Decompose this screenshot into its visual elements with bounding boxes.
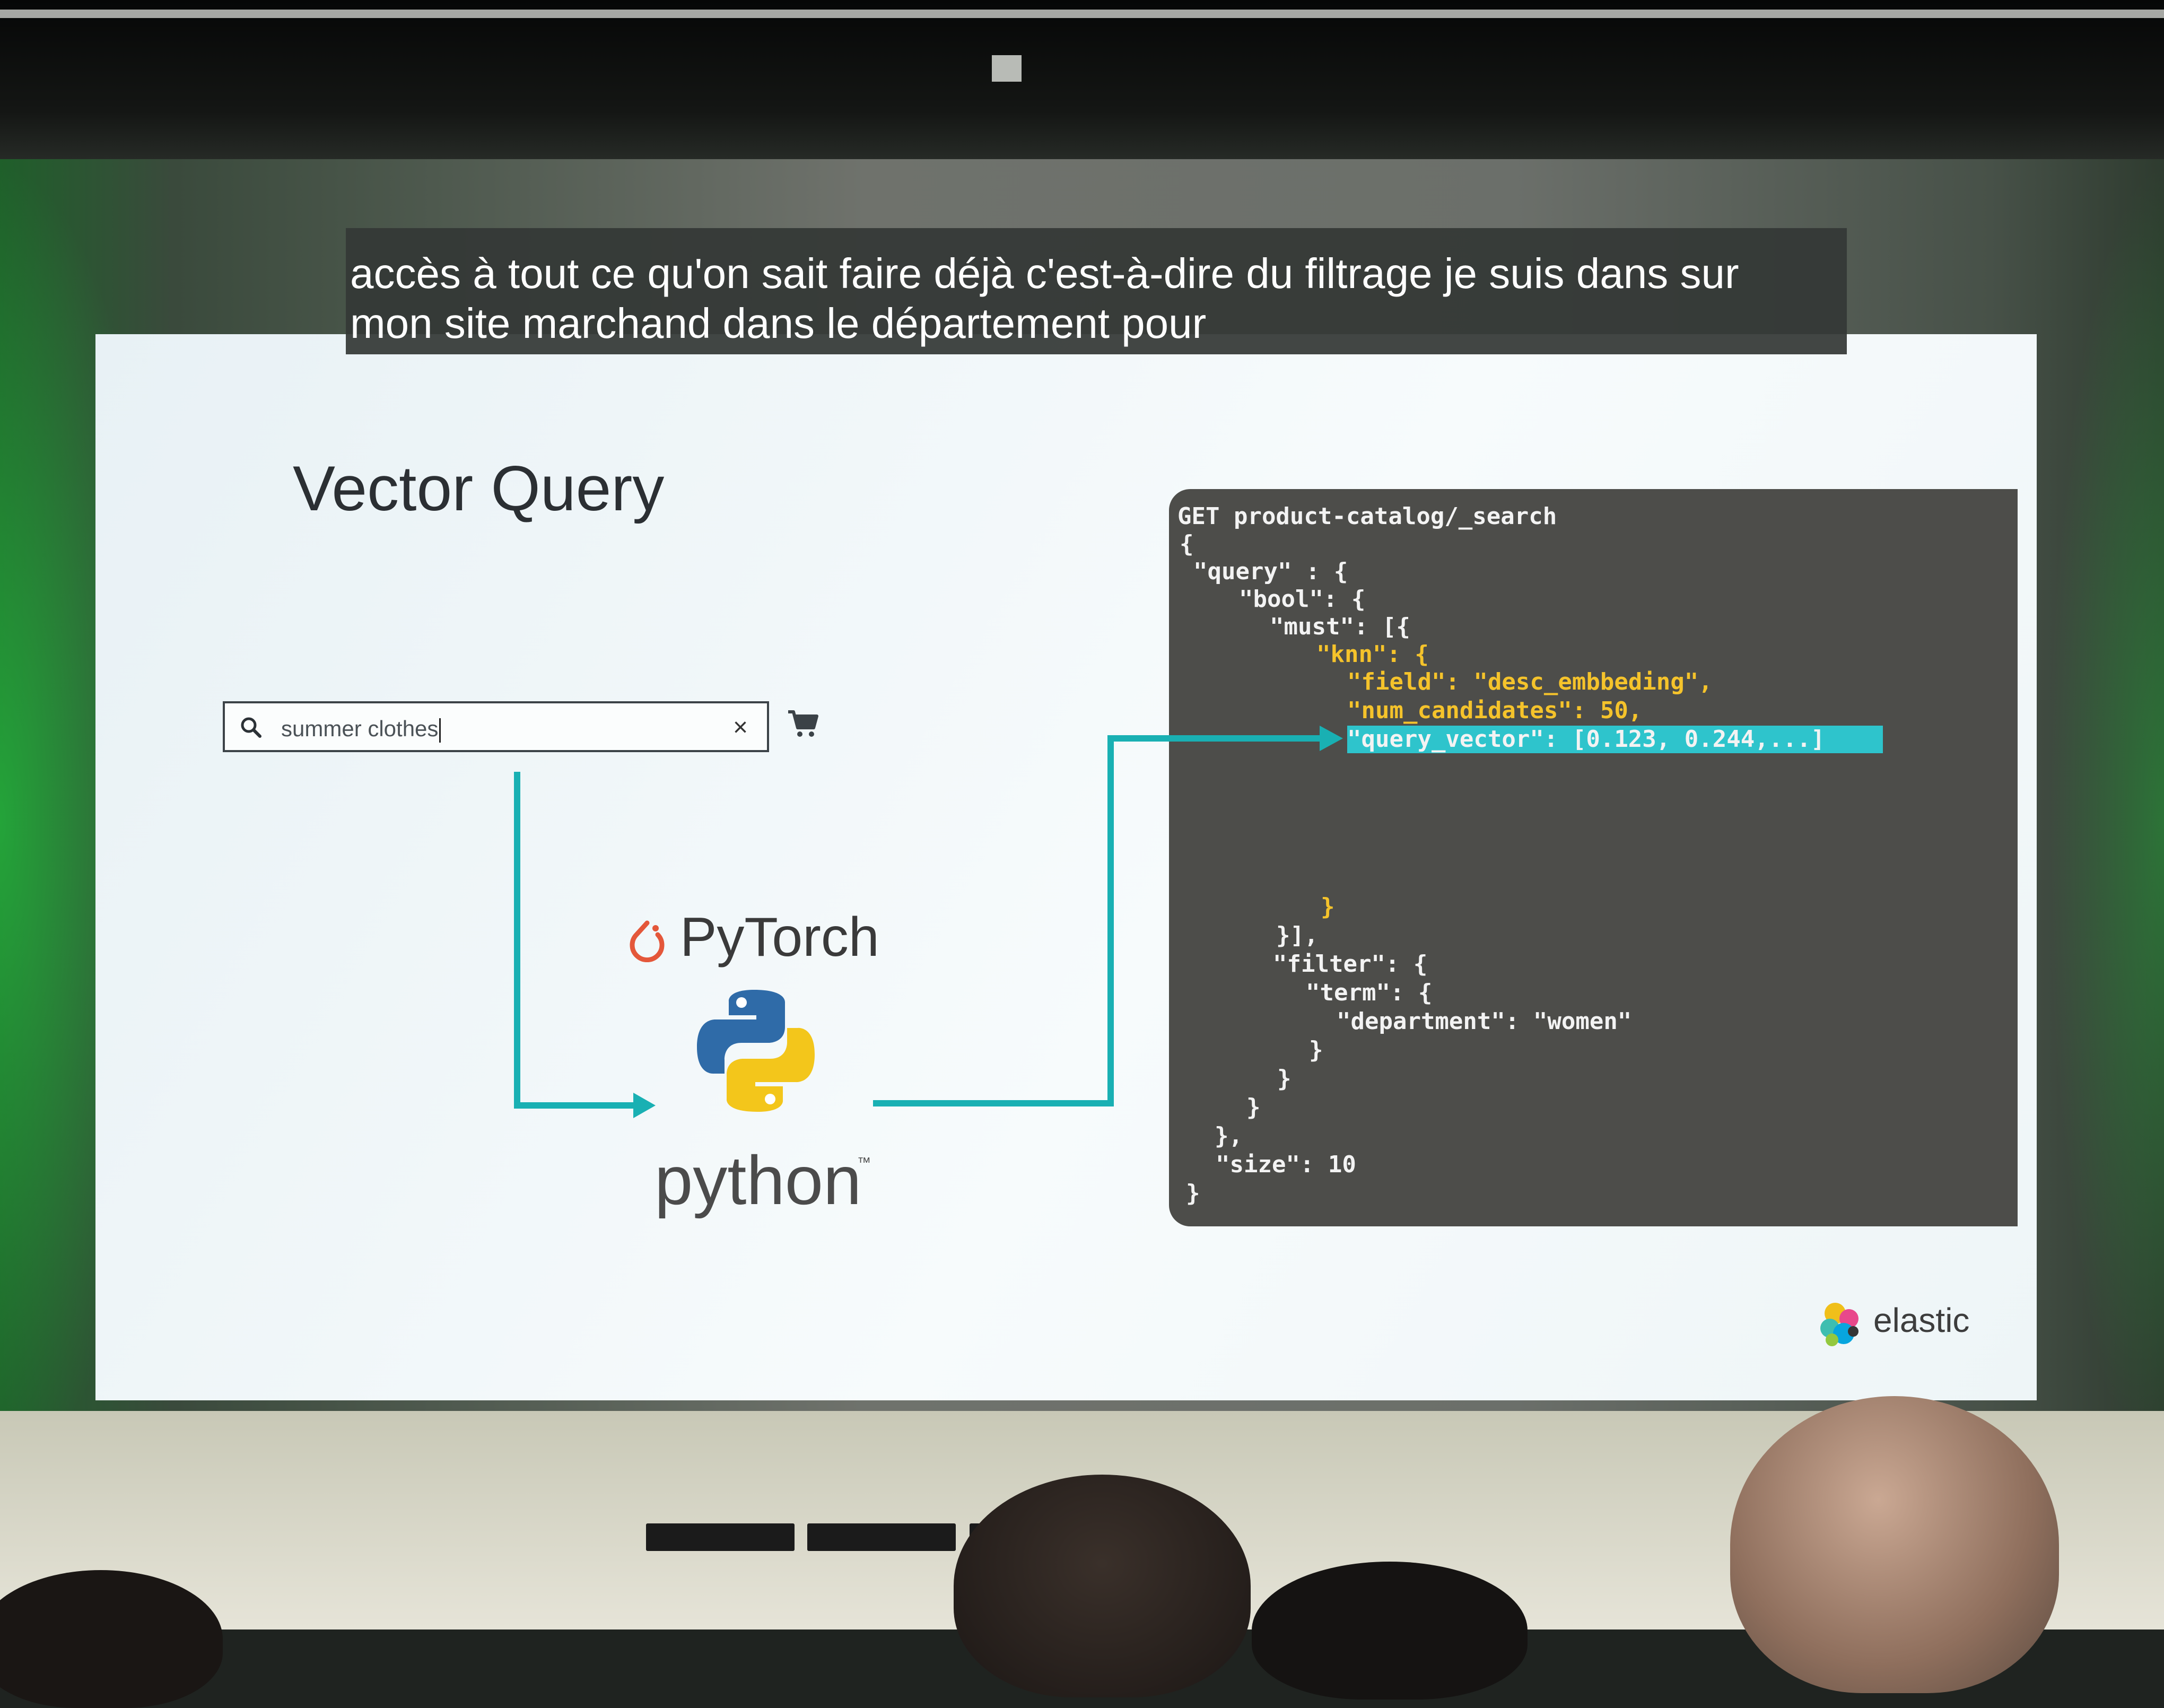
flow-arrows xyxy=(514,726,1343,1118)
audience-head xyxy=(954,1475,1251,1697)
arrow-python-to-query xyxy=(873,735,1321,1106)
audience-head xyxy=(1252,1562,1528,1700)
elastic-wordmark: elastic xyxy=(1873,1301,1970,1339)
arrow-head xyxy=(633,1093,656,1118)
audience-head xyxy=(1730,1396,2059,1693)
elastic-logo-icon xyxy=(1820,1303,1858,1346)
arrow-head xyxy=(1320,726,1343,751)
arrow-search-to-python xyxy=(514,772,634,1109)
